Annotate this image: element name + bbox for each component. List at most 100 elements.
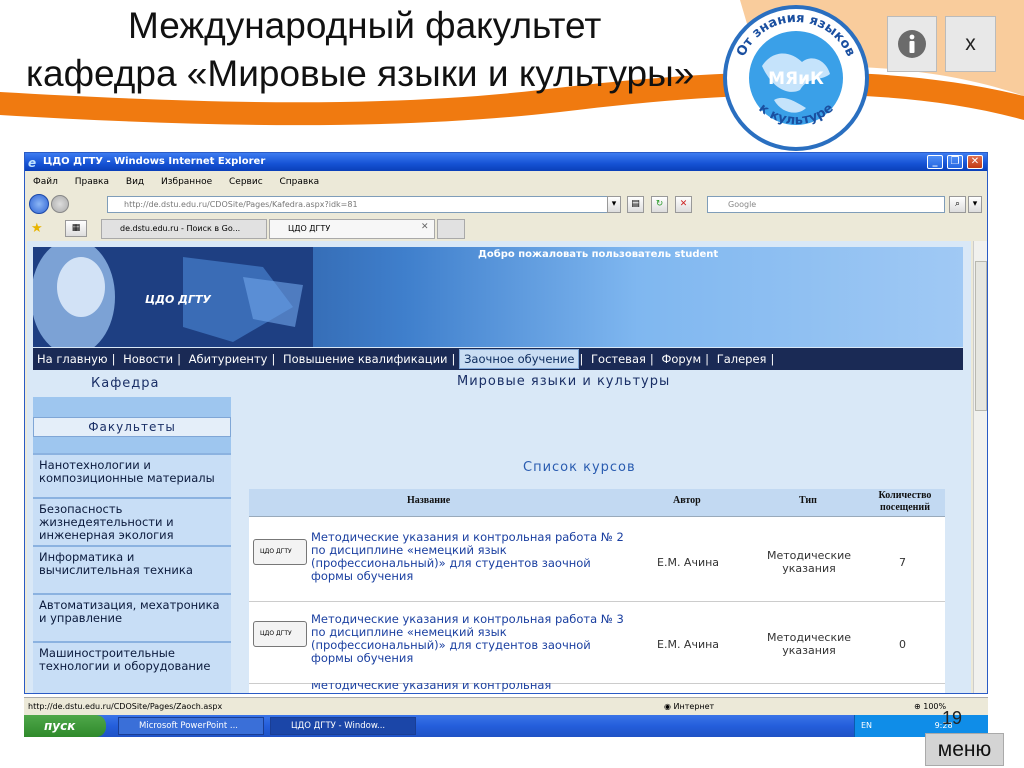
department-heading: Кафедра xyxy=(91,376,160,391)
taskbar-item-powerpoint[interactable]: Microsoft PowerPoint ... xyxy=(118,717,264,735)
nav-distance-learning[interactable]: Заочное обучение xyxy=(459,349,580,369)
window-close-button[interactable]: ✕ xyxy=(967,155,983,169)
nav-home[interactable]: На главную xyxy=(33,350,112,368)
course-link[interactable]: Методические указания и контрольная рабо… xyxy=(311,531,631,583)
course-type: Методические указания xyxy=(766,631,852,657)
table-row: ЦДО ДГТУ Методические указания и контрол… xyxy=(249,519,945,599)
tray-language[interactable]: EN xyxy=(861,721,872,730)
tab-cdo-dgtu[interactable]: ЦДО ДГТУ xyxy=(269,219,435,239)
course-icon-label: ЦДО ДГТУ xyxy=(260,630,292,637)
faculty-item[interactable]: Информатика и вычислительная техника xyxy=(33,545,231,593)
faculty-sidebar: Факультеты Нанотехнологии и композиционн… xyxy=(33,397,231,693)
column-header-type: Тип xyxy=(799,495,817,506)
taskbar-item-ie[interactable]: ЦДО ДГТУ - Window... xyxy=(270,717,416,735)
search-icon[interactable]: ⌕ xyxy=(949,196,966,213)
faculty-item[interactable]: Безопасность жизнедеятельности и инженер… xyxy=(33,497,231,545)
page-title: Мировые языки и культуры xyxy=(457,374,671,389)
menu-file[interactable]: Файл xyxy=(33,177,58,187)
nav-applicants[interactable]: Абитуриенту xyxy=(185,350,272,368)
site-navigation: На главную | Новости | Абитуриенту | Повыше… xyxy=(33,348,963,370)
welcome-message: Добро пожаловать пользователь student xyxy=(478,249,719,260)
tab-google-search[interactable]: de.dstu.edu.ru - Поиск в Go... xyxy=(101,219,267,239)
forward-button[interactable] xyxy=(51,195,69,213)
ie-tab-row: ★ ▦ de.dstu.edu.ru - Поиск в Go... ЦДО Д… xyxy=(25,217,987,239)
column-header-visits: Количество посещений xyxy=(878,490,932,513)
close-button[interactable]: x xyxy=(945,16,996,72)
windows-taskbar: пуск Microsoft PowerPoint ... ЦДО ДГТУ -… xyxy=(24,715,988,737)
maximize-button[interactable]: ❐ xyxy=(947,155,963,169)
slide-title-line-1: Международный факультет xyxy=(128,5,602,46)
globe-icon: ◉ xyxy=(664,702,671,711)
minimize-button[interactable]: _ xyxy=(927,155,943,169)
faculties-header: Факультеты xyxy=(33,417,231,437)
menu-button[interactable]: меню xyxy=(925,733,1004,766)
ie-window: e ЦДО ДГТУ - Windows Internet Explorer _… xyxy=(24,152,988,694)
url-dropdown-button[interactable]: ▾ xyxy=(607,196,621,213)
banner-logo-text: ЦДО ДГТУ xyxy=(145,293,211,306)
compat-view-icon[interactable]: ▤ xyxy=(627,196,644,213)
course-list-title: Список курсов xyxy=(523,460,636,475)
new-tab-button[interactable] xyxy=(437,219,465,239)
tab-close-icon[interactable]: ✕ xyxy=(421,222,429,232)
status-zone: ◉ Интернет xyxy=(664,698,714,716)
course-icon-label: ЦДО ДГТУ xyxy=(260,548,292,555)
svg-text:e: e xyxy=(28,156,36,168)
logo-center-text: МЯиК xyxy=(768,69,824,89)
ie-status-bar: http://de.dstu.edu.ru/CDOSite/Pages/Zaoc… xyxy=(24,697,988,715)
course-visits: 0 xyxy=(899,638,906,651)
column-header-name: Название xyxy=(407,495,451,506)
course-type: Методические указания xyxy=(766,549,852,575)
menu-favorites[interactable]: Избранное xyxy=(161,177,212,187)
back-button[interactable] xyxy=(29,194,49,214)
web-page: ЦДО ДГТУ Добро пожаловать пользователь s… xyxy=(27,241,971,693)
quick-tabs-icon[interactable]: ▦ xyxy=(65,220,87,237)
ie-logo-icon: e xyxy=(28,156,36,168)
slide-number: 19 xyxy=(942,708,963,728)
nav-guestbook[interactable]: Гостевая xyxy=(587,350,650,368)
banner-image: ЦДО ДГТУ xyxy=(33,247,313,347)
start-button[interactable]: пуск xyxy=(24,715,106,737)
status-url: http://de.dstu.edu.ru/CDOSite/Pages/Zaoc… xyxy=(28,702,223,711)
menu-tools[interactable]: Сервис xyxy=(229,177,263,187)
url-input[interactable]: http://de.dstu.edu.ru/CDOSite/Pages/Kafe… xyxy=(107,196,619,213)
course-visits: 7 xyxy=(899,556,906,569)
column-header-author: Автор xyxy=(673,495,701,506)
nav-qualification[interactable]: Повышение квалификации xyxy=(279,350,452,368)
table-row: ЦДО ДГТУ Методические указания и контрол… xyxy=(249,601,945,681)
ie-title-bar: e ЦДО ДГТУ - Windows Internet Explorer _… xyxy=(25,153,987,171)
course-link[interactable]: Методические указания и контрольная рабо… xyxy=(311,613,631,665)
info-icon xyxy=(898,30,926,58)
table-row: Методические указания и контрольная xyxy=(249,683,945,693)
faculty-item[interactable]: Автоматизация, мехатроника и управление xyxy=(33,593,231,641)
course-book-icon[interactable]: ЦДО ДГТУ xyxy=(253,539,307,565)
nav-forum[interactable]: Форум xyxy=(657,350,705,368)
ie-menu-bar: Файл Правка Вид Избранное Сервис Справка xyxy=(25,173,987,191)
department-logo: МЯиК От знания языков к культуре xyxy=(722,4,870,152)
courses-table: Название Автор Тип Количество посещений … xyxy=(249,489,945,693)
search-input[interactable]: Google xyxy=(707,196,945,213)
ie-address-bar: http://de.dstu.edu.ru/CDOSite/Pages/Kafe… xyxy=(25,193,987,215)
course-author: Е.М. Ачина xyxy=(657,638,720,651)
status-zone-label: Интернет xyxy=(673,702,715,711)
zoom-icon: ⊕ xyxy=(914,702,921,711)
course-link[interactable]: Методические указания и контрольная xyxy=(311,683,631,692)
favorites-star-icon[interactable]: ★ xyxy=(31,221,43,236)
scrollbar-thumb[interactable] xyxy=(975,261,987,411)
faculty-item[interactable]: Нанотехнологии и композиционные материал… xyxy=(33,453,231,497)
stop-icon[interactable]: ✕ xyxy=(675,196,692,213)
site-banner: ЦДО ДГТУ Добро пожаловать пользователь s… xyxy=(33,247,963,347)
faculty-item[interactable]: Машиностроительные технологии и оборудов… xyxy=(33,641,231,693)
refresh-icon[interactable]: ↻ xyxy=(651,196,668,213)
nav-gallery[interactable]: Галерея xyxy=(713,350,771,368)
ie-window-title: ЦДО ДГТУ - Windows Internet Explorer xyxy=(43,156,266,167)
menu-edit[interactable]: Правка xyxy=(75,177,109,187)
info-button[interactable] xyxy=(887,16,937,72)
menu-view[interactable]: Вид xyxy=(126,177,144,187)
nav-news[interactable]: Новости xyxy=(119,350,177,368)
course-book-icon[interactable]: ЦДО ДГТУ xyxy=(253,621,307,647)
slide-title-line-2: кафедра «Мировые языки и культуры» xyxy=(26,53,695,94)
search-options-button[interactable]: ▾ xyxy=(968,196,982,213)
table-header: Название Автор Тип Количество посещений xyxy=(249,489,945,517)
page-scrollbar[interactable] xyxy=(973,241,987,693)
menu-help[interactable]: Справка xyxy=(280,177,320,187)
